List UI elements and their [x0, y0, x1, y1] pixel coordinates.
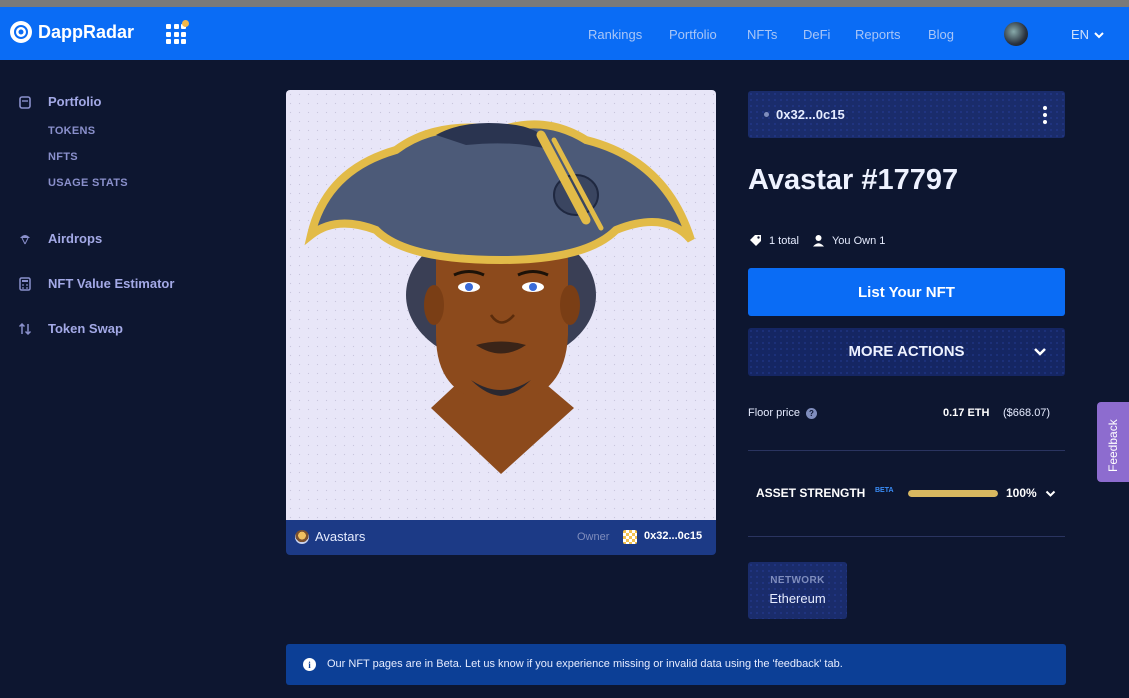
nav-nfts[interactable]: NFTs: [747, 27, 777, 42]
brand-logo[interactable]: DappRadar: [10, 21, 134, 43]
network-box: NETWORK Ethereum: [748, 562, 847, 619]
beta-badge: BETA: [875, 487, 894, 494]
chevron-down-icon[interactable]: [1045, 488, 1056, 499]
collection-link[interactable]: Avastars: [295, 529, 365, 544]
language-label: EN: [1071, 27, 1090, 42]
nav-rankings[interactable]: Rankings: [588, 27, 642, 42]
collection-name: Avastars: [315, 529, 366, 544]
owner-address-link[interactable]: 0x32...0c15: [644, 530, 702, 542]
status-dot-icon: [764, 112, 769, 117]
sidebar-item-nft-value-estimator[interactable]: NFT Value Estimator: [18, 276, 174, 291]
floor-price-usd: ($668.07): [1003, 407, 1051, 419]
beta-info-text: Our NFT pages are in Beta. Let us know i…: [327, 658, 843, 670]
user-avatar[interactable]: [1004, 22, 1028, 46]
asset-strength-label: ASSET STRENGTH: [756, 486, 866, 500]
owner-label: Owner: [577, 531, 610, 543]
beta-info-banner: i Our NFT pages are in Beta. Let us know…: [286, 644, 1066, 685]
sidebar-item-nfts[interactable]: NFTS: [48, 151, 78, 163]
language-selector[interactable]: EN: [1071, 27, 1104, 42]
top-navbar: DappRadar Rankings Portfolio NFTs DeFi R…: [0, 7, 1129, 60]
asset-strength-fill: [908, 490, 998, 497]
chevron-down-icon: [1034, 348, 1046, 356]
more-options-icon[interactable]: [1042, 106, 1048, 124]
sidebar-item-tokens[interactable]: TOKENS: [48, 125, 95, 137]
network-label: NETWORK: [770, 575, 825, 586]
page-title: Avastar #17797: [748, 164, 959, 196]
more-actions-label: MORE ACTIONS: [848, 343, 965, 360]
asset-strength-value: 100%: [1006, 486, 1037, 500]
top-address[interactable]: 0x32...0c15: [776, 107, 845, 122]
sidebar-label-estimator: NFT Value Estimator: [48, 276, 175, 291]
collection-avatar-icon: [295, 529, 309, 544]
sidebar-item-token-swap[interactable]: Token Swap: [18, 321, 123, 336]
swap-arrows-icon: [18, 322, 32, 335]
notification-dot-icon: [182, 20, 189, 27]
feedback-tab[interactable]: Feedback: [1097, 402, 1129, 482]
nft-image[interactable]: [286, 90, 716, 520]
parachute-icon: [20, 234, 30, 244]
nav-blog[interactable]: Blog: [928, 27, 954, 42]
divider: [748, 450, 1065, 451]
sidebar-label-airdrops: Airdrops: [48, 231, 103, 246]
help-icon[interactable]: ?: [805, 407, 817, 419]
network-value: Ethereum: [769, 591, 826, 606]
ownership-stats: 1 total You Own 1: [749, 234, 885, 247]
avastar-portrait-icon: [304, 120, 695, 474]
tags-icon: [750, 235, 761, 246]
info-icon: i: [303, 658, 316, 671]
divider: [748, 536, 1065, 537]
owner-address-box: 0x32...0c15: [748, 91, 1065, 138]
floor-price-text: Floor price: [748, 407, 800, 419]
feedback-label: Feedback: [1106, 419, 1120, 472]
list-your-nft-button[interactable]: List Your NFT: [748, 268, 1065, 316]
more-actions-button[interactable]: MORE ACTIONS: [748, 328, 1065, 376]
chevron-down-icon: [1094, 31, 1104, 38]
total-count: 1 total: [769, 234, 799, 247]
nft-card-footer: Avastars Owner 0x32...0c15: [286, 520, 716, 555]
browser-top-strip: [0, 0, 1129, 7]
dappradar-logo-icon: [10, 21, 32, 43]
nav-portfolio[interactable]: Portfolio: [669, 27, 717, 42]
sidebar-item-usage-stats[interactable]: USAGE STATS: [48, 177, 128, 189]
sidebar-label-portfolio: Portfolio: [48, 94, 102, 109]
user-icon: [812, 235, 824, 247]
nav-reports[interactable]: Reports: [855, 27, 901, 42]
floor-price-label: Floor price ?: [748, 407, 817, 419]
sidebar-item-portfolio[interactable]: Portfolio: [18, 94, 101, 109]
nav-defi[interactable]: DeFi: [803, 27, 830, 42]
sidebar-item-airdrops[interactable]: Airdrops: [18, 231, 102, 246]
sidebar-label-swap: Token Swap: [48, 321, 123, 336]
you-own-count: You Own 1: [831, 234, 886, 247]
floor-price-eth: 0.17 ETH: [943, 407, 990, 419]
nft-card: Avastars Owner 0x32...0c15: [286, 90, 716, 555]
calculator-icon: [19, 276, 31, 291]
owner-identicon-icon: [623, 530, 637, 544]
asset-strength-bar: [908, 490, 998, 497]
apps-grid-icon[interactable]: [166, 24, 186, 44]
portfolio-icon: [19, 95, 31, 109]
brand-name: DappRadar: [38, 21, 135, 42]
